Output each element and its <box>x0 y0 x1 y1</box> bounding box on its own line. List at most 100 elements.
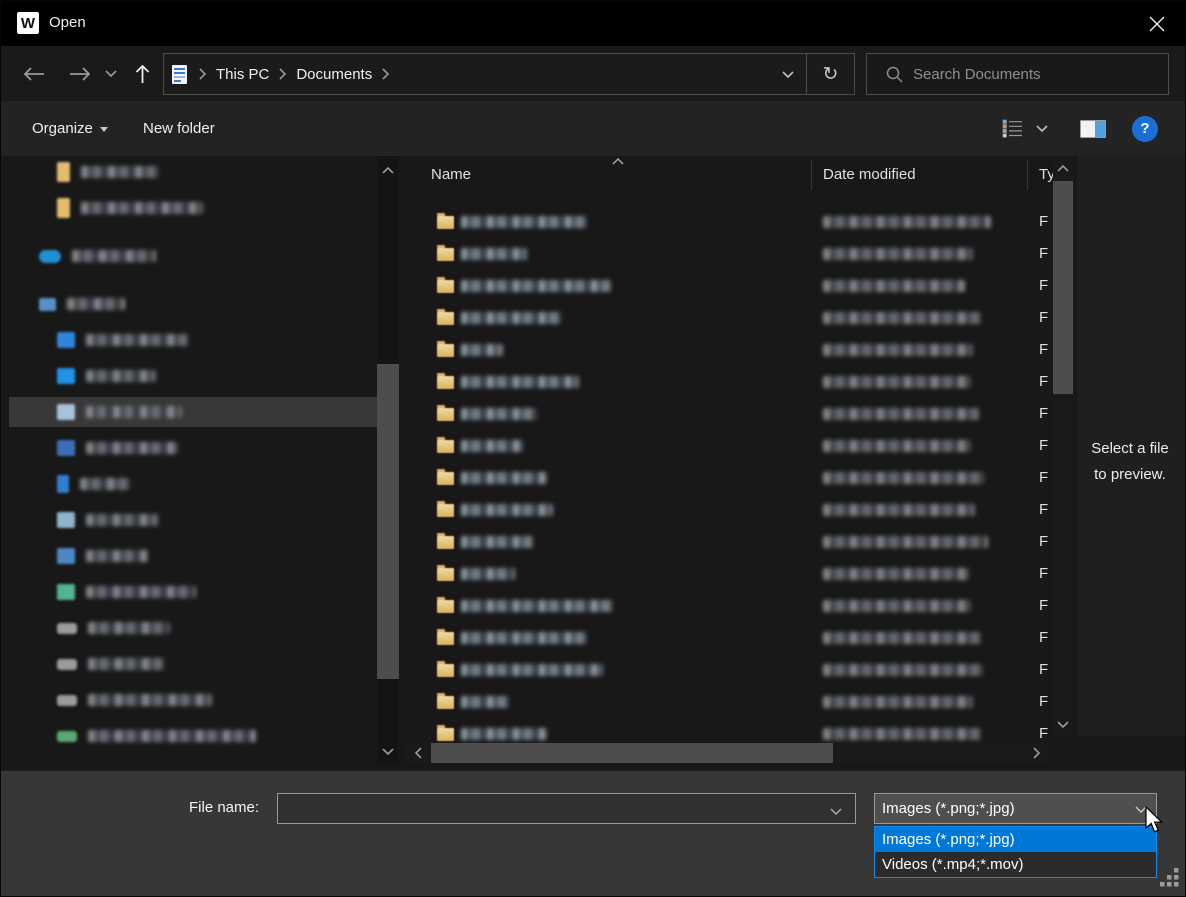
sidebar-item-pictures[interactable] <box>9 505 377 535</box>
new-folder-label: New folder <box>143 120 215 137</box>
sidebar-item-desktop[interactable] <box>9 361 377 391</box>
file-row[interactable]: F <box>405 302 1051 334</box>
file-type-cell: F <box>1039 597 1048 614</box>
downloads-icon <box>57 440 75 456</box>
file-list-scrollbar[interactable] <box>1053 156 1073 736</box>
sidebar-item-drive[interactable] <box>9 721 377 751</box>
close-button[interactable] <box>1145 12 1169 36</box>
preview-message: Select a file to preview. <box>1077 436 1183 488</box>
column-header-type[interactable]: Ty <box>1039 166 1054 183</box>
file-name-redacted <box>461 472 547 484</box>
file-name-redacted <box>461 216 587 228</box>
sidebar-item-label-redacted <box>88 694 212 706</box>
file-row[interactable]: F <box>405 654 1051 686</box>
file-name-dropdown-icon[interactable] <box>829 803 843 821</box>
drive-icon <box>57 623 77 634</box>
file-type-option[interactable]: Images (*.png;*.jpg) <box>875 827 1156 852</box>
sidebar-item-onedrive[interactable] <box>9 241 377 271</box>
command-toolbar: Organize New folder ? <box>1 101 1185 156</box>
file-date-redacted <box>823 216 991 228</box>
organize-button[interactable]: Organize <box>32 101 108 156</box>
folder-icon <box>437 344 454 357</box>
sidebar-item-pinned-folder[interactable] <box>9 193 377 223</box>
music-icon <box>57 475 69 493</box>
column-divider[interactable] <box>1027 160 1028 190</box>
breadcrumb-documents[interactable]: Documents <box>292 66 376 83</box>
sidebar-item-label-redacted <box>81 202 203 214</box>
sidebar-item-drive[interactable] <box>9 649 377 679</box>
folder-icon <box>437 568 454 581</box>
folder-icon <box>437 664 454 677</box>
this-pc-icon <box>39 298 56 311</box>
scroll-down-icon[interactable] <box>1053 714 1073 734</box>
file-row[interactable]: F <box>405 366 1051 398</box>
file-row[interactable]: F <box>405 462 1051 494</box>
column-divider[interactable] <box>811 160 812 190</box>
file-name-input[interactable] <box>277 793 856 824</box>
horizontal-scrollbar[interactable] <box>405 743 1049 763</box>
forward-button[interactable] <box>65 46 95 101</box>
recent-locations-button[interactable] <box>101 46 121 101</box>
file-row[interactable]: F <box>405 526 1051 558</box>
sidebar-item-documents[interactable] <box>9 397 377 427</box>
search-input[interactable] <box>913 66 1133 83</box>
sidebar-item-videos[interactable] <box>9 541 377 571</box>
breadcrumb-this-pc[interactable]: This PC <box>212 66 273 83</box>
folder-icon <box>437 536 454 549</box>
sidebar-scrollbar-thumb[interactable] <box>377 364 399 679</box>
organize-label: Organize <box>32 120 93 137</box>
scroll-up-icon[interactable] <box>377 160 399 180</box>
sidebar-item-drive[interactable] <box>9 613 377 643</box>
column-header-name[interactable]: Name <box>431 166 471 183</box>
sidebar-item-downloads[interactable] <box>9 433 377 463</box>
file-row[interactable]: F <box>405 270 1051 302</box>
file-row[interactable]: F <box>405 686 1051 718</box>
file-name-label: File name: <box>189 799 259 816</box>
file-name-redacted <box>461 280 611 292</box>
sidebar-item-local-disk[interactable] <box>9 577 377 607</box>
view-mode-button[interactable] <box>1002 101 1024 156</box>
sidebar-item-pinned-folder[interactable] <box>9 157 377 187</box>
file-row[interactable]: F <box>405 398 1051 430</box>
resize-grip-icon[interactable] <box>1160 868 1182 895</box>
file-row[interactable]: F <box>405 558 1051 590</box>
file-type-option[interactable]: Videos (*.mp4;*.mov) <box>875 852 1156 877</box>
file-type-combobox[interactable]: Images (*.png;*.jpg) <box>874 793 1157 824</box>
sidebar-scrollbar[interactable] <box>377 156 399 763</box>
up-button[interactable] <box>129 46 155 101</box>
address-dropdown-button[interactable] <box>770 54 806 94</box>
help-icon: ? <box>1132 116 1158 142</box>
scroll-up-icon[interactable] <box>1053 158 1073 178</box>
pinned-folder-icon <box>57 198 70 218</box>
search-box[interactable] <box>866 53 1169 95</box>
help-button[interactable]: ? <box>1132 101 1158 156</box>
file-row[interactable]: F <box>405 238 1051 270</box>
file-row[interactable]: F <box>405 334 1051 366</box>
file-rows: FFFFFFFFFFFFFFFFF <box>405 194 1051 743</box>
back-button[interactable] <box>19 46 49 101</box>
file-row[interactable]: F <box>405 622 1051 654</box>
sidebar-item-label-redacted <box>88 658 164 670</box>
file-row[interactable]: F <box>405 430 1051 462</box>
sidebar-item-3d-objects[interactable] <box>9 325 377 355</box>
scroll-right-icon[interactable] <box>1025 743 1047 763</box>
view-mode-dropdown[interactable] <box>1035 101 1049 156</box>
sidebar-item-drive[interactable] <box>9 685 377 715</box>
sidebar-item-music[interactable] <box>9 469 377 499</box>
scroll-down-icon[interactable] <box>377 741 399 761</box>
sidebar-item-this-pc[interactable] <box>9 289 377 319</box>
horizontal-scrollbar-thumb[interactable] <box>431 743 833 763</box>
file-row[interactable]: F <box>405 494 1051 526</box>
refresh-button[interactable]: ↻ <box>806 54 854 94</box>
sidebar-item-label-redacted <box>88 622 170 634</box>
address-bar[interactable]: This PC Documents ↻ <box>163 53 855 95</box>
file-row[interactable]: F <box>405 590 1051 622</box>
file-date-redacted <box>823 376 971 388</box>
new-folder-button[interactable]: New folder <box>143 101 215 156</box>
file-list-scrollbar-thumb[interactable] <box>1053 181 1073 394</box>
column-header-date-modified[interactable]: Date modified <box>823 166 916 183</box>
scroll-left-icon[interactable] <box>407 743 429 763</box>
file-row[interactable]: F <box>405 206 1051 238</box>
file-row[interactable]: F <box>405 718 1051 743</box>
preview-pane-button[interactable] <box>1080 101 1106 156</box>
